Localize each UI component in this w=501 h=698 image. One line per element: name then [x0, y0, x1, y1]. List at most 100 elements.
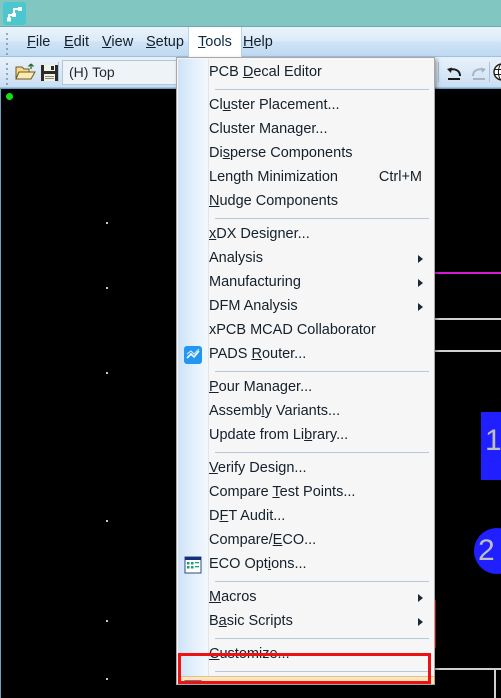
pad-number-label: 2 [478, 534, 495, 567]
menu-item-label: ECO Options... [209, 556, 307, 572]
grid-dot [106, 222, 108, 224]
pcb-trace [435, 668, 501, 670]
menubar-item-edit[interactable]: Edit [55, 27, 98, 57]
toolbar-grip[interactable] [5, 63, 9, 85]
pads-layout-window: File Edit View Setup Tools Help (H) Top … [0, 0, 501, 698]
menu-item-label: Cluster Manager... [209, 121, 328, 137]
toolbar-separator-1 [58, 62, 59, 82]
chevron-right-icon [418, 255, 423, 263]
menu-item-label: Cluster Placement... [209, 97, 340, 113]
menu-item-pcb-decal-editor[interactable]: PCB Decal Editor [178, 61, 434, 85]
menu-item-cluster-manager[interactable]: Cluster Manager... [178, 118, 434, 142]
menu-item-xdx-designer[interactable]: xDX Designer... [178, 223, 434, 247]
chevron-right-icon [418, 618, 423, 626]
undo-icon[interactable] [443, 61, 466, 84]
menubar-grip[interactable] [5, 33, 9, 55]
menu-bar: File Edit View Setup Tools Help [0, 27, 501, 57]
menubar-item-file[interactable]: File [18, 27, 59, 57]
menu-item-label: Macros [209, 589, 257, 605]
menu-item-pour-manager[interactable]: Pour Manager... [178, 376, 434, 400]
pcb-trace [494, 668, 496, 698]
menu-item-options[interactable]: Options... Ctrl+<Enter> [178, 676, 434, 684]
canvas-left-border [0, 88, 1, 698]
menu-item-label: Analysis [209, 250, 263, 266]
title-bar [0, 0, 501, 27]
menu-item-label: Manufacturing [209, 274, 301, 290]
menu-item-label: DFT Audit... [209, 508, 286, 524]
menu-item-label: DFM Analysis [209, 298, 298, 314]
grid-dot [106, 620, 108, 622]
menu-item-verify-design[interactable]: Verify Design... [178, 457, 434, 481]
open-file-icon[interactable] [14, 61, 37, 84]
menu-item-nudge-components[interactable]: Nudge Components [178, 190, 434, 214]
menubar-item-help[interactable]: Help [234, 27, 282, 57]
menu-item-analysis[interactable]: Analysis [178, 247, 434, 271]
menu-item-cluster-placement[interactable]: Cluster Placement... [178, 94, 434, 118]
globe-icon[interactable] [493, 61, 501, 84]
menu-separator [215, 581, 429, 582]
menu-separator [215, 638, 429, 639]
menubar-item-view[interactable]: View [93, 27, 142, 57]
menubar-item-label: View [102, 34, 134, 50]
menu-item-assembly-variants[interactable]: Assembly Variants... [178, 400, 434, 424]
grid-dot [106, 287, 108, 289]
pcb-trace [435, 272, 501, 274]
menu-item-pads-router[interactable]: PADS Router... [178, 343, 434, 367]
menu-item-manufacturing[interactable]: Manufacturing [178, 271, 434, 295]
menubar-item-label: File [27, 34, 51, 50]
menu-item-compare-eco[interactable]: Compare/ECO... [178, 529, 434, 553]
menu-item-length-minimization[interactable]: Length Minimization Ctrl+M [178, 166, 434, 190]
layer-select[interactable]: (H) Top [62, 60, 182, 85]
menu-item-dfm-analysis[interactable]: DFM Analysis [178, 295, 434, 319]
menu-item-label: Compare Test Points... [209, 484, 356, 500]
pad-number-label: 1 [485, 424, 501, 457]
menu-item-label: Options... [209, 680, 271, 684]
chevron-right-icon [418, 303, 423, 311]
menu-item-label: xDX Designer... [209, 226, 310, 242]
menu-item-disperse-components[interactable]: Disperse Components [178, 142, 434, 166]
menu-item-label: Customize... [209, 646, 290, 662]
menubar-item-label: Tools [198, 34, 232, 50]
redo-icon[interactable] [467, 61, 490, 84]
menu-item-label: xPCB MCAD Collaborator [209, 322, 376, 338]
menu-item-compare-test-points[interactable]: Compare Test Points... [178, 481, 434, 505]
menu-item-macros[interactable]: Macros [178, 586, 434, 610]
toolbar-separator-2 [438, 62, 439, 82]
chevron-right-icon [418, 279, 423, 287]
menu-item-label: Compare/ECO... [209, 532, 317, 548]
menu-separator [215, 452, 429, 453]
menu-item-label: Update from Library... [209, 427, 349, 443]
menu-item-update-from-library[interactable]: Update from Library... [178, 424, 434, 448]
origin-marker [6, 93, 13, 100]
menu-item-eco-options[interactable]: ECO Options... [178, 553, 434, 577]
app-icon[interactable] [3, 2, 26, 25]
menu-separator [215, 371, 429, 372]
eco-list-icon [183, 555, 203, 575]
menu-item-label: Verify Design... [209, 460, 307, 476]
menu-item-label: Disperse Components [209, 145, 353, 161]
grid-dot [106, 520, 108, 522]
tools-dropdown-menu[interactable]: PCB Decal Editor Cluster Placement... Clus… [176, 57, 435, 685]
menu-item-xpcb-mcad-collaborator[interactable]: xPCB MCAD Collaborator [178, 319, 434, 343]
menubar-item-setup[interactable]: Setup [137, 27, 193, 57]
menu-item-basic-scripts[interactable]: Basic Scripts [178, 610, 434, 634]
chevron-right-icon [418, 594, 423, 602]
menubar-item-label: Help [243, 34, 273, 50]
menu-item-label: PADS Router... [209, 346, 307, 362]
menu-item-dft-audit[interactable]: DFT Audit... [178, 505, 434, 529]
menu-item-shortcut: Ctrl+M [378, 169, 422, 185]
menu-separator [215, 89, 429, 90]
options-list-icon [183, 679, 203, 684]
menu-item-customize[interactable]: Customize... [178, 643, 434, 667]
toolbar-separator-3 [489, 62, 490, 82]
menu-item-label: Nudge Components [209, 193, 338, 209]
pcb-trace [435, 318, 501, 320]
menubar-item-label: Edit [64, 34, 89, 50]
grid-dot [106, 678, 108, 680]
menu-item-label: Basic Scripts [209, 613, 293, 629]
grid-dot [106, 372, 108, 374]
router-icon [183, 345, 203, 365]
menu-item-shortcut: Ctrl+<Enter> [339, 680, 422, 684]
menu-separator [215, 218, 429, 219]
menu-item-label: Length Minimization [209, 169, 338, 185]
